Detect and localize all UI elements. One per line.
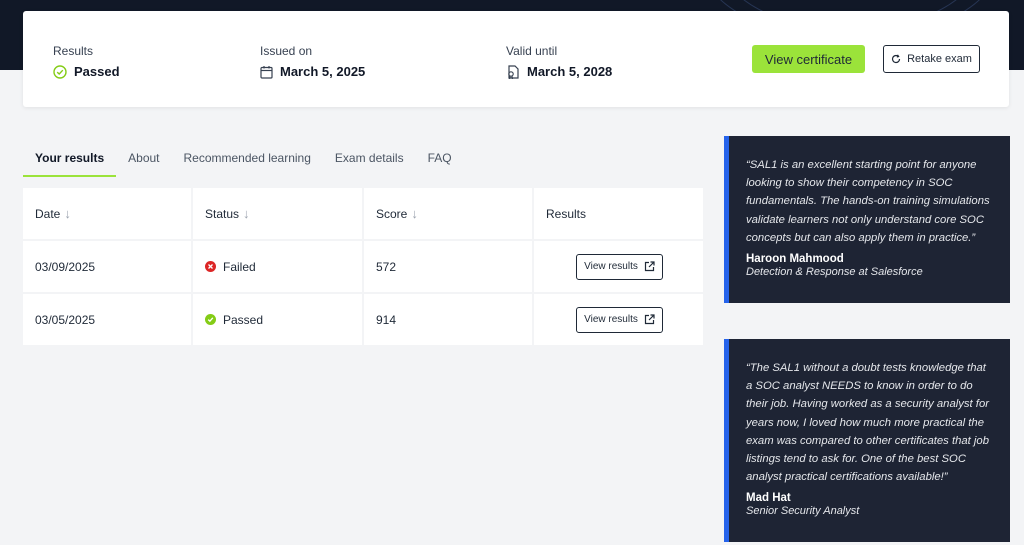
issued-value: March 5, 2025 (280, 64, 366, 79)
testimonial-author: Haroon Mahmood (746, 253, 844, 266)
issued-label: Issued on (260, 44, 313, 58)
testimonial-quote: “SAL1 is an excellent starting point for… (746, 159, 990, 244)
results-table: Date ↓ Status ↓ Score ↓ Results 03/09/2025 … (23, 188, 705, 345)
arrow-down-icon: ↓ (411, 206, 418, 221)
view-results-button[interactable]: View results (576, 306, 663, 333)
valid-value: March 5, 2028 (527, 64, 613, 79)
view-certificate-button[interactable]: View certificate (752, 45, 865, 73)
view-results-label: View results (584, 261, 638, 272)
column-header-score[interactable]: Score ↓ (364, 188, 534, 239)
cell-status: Failed (193, 239, 364, 292)
check-circle-icon (205, 314, 216, 326)
cell-score: 914 (364, 292, 534, 345)
tab-about[interactable]: About (116, 139, 171, 177)
status-text: Passed (223, 312, 264, 327)
view-results-label: View results (584, 314, 638, 325)
external-link-icon (644, 261, 655, 272)
external-link-icon (644, 314, 655, 325)
check-circle-icon (53, 64, 67, 79)
results-summary: Results Passed (53, 44, 120, 79)
retake-exam-label: Retake exam (907, 53, 972, 65)
testimonial-role: Senior Security Analyst (746, 505, 860, 518)
arrow-down-icon: ↓ (243, 206, 250, 221)
testimonial-author: Mad Hat (746, 492, 791, 505)
results-label: Results (53, 44, 94, 58)
tab-exam-details[interactable]: Exam details (323, 139, 416, 177)
calendar-icon (260, 65, 273, 79)
tab-faq[interactable]: FAQ (416, 139, 464, 177)
tab-recommended-learning[interactable]: Recommended learning (172, 139, 323, 177)
x-circle-icon (205, 261, 216, 273)
cell-score: 572 (364, 239, 534, 292)
column-header-date[interactable]: Date ↓ (23, 188, 193, 239)
results-summary-card: Results Passed Issued on March 5, 2025 V… (23, 11, 1009, 107)
valid-summary: Valid until March 5, 2028 (506, 44, 612, 79)
view-results-button[interactable]: View results (576, 253, 663, 280)
refresh-icon (891, 54, 901, 64)
cell-date: 03/05/2025 (23, 292, 193, 345)
column-header-status[interactable]: Status ↓ (193, 188, 364, 239)
testimonial-quote: “The SAL1 without a doubt tests knowledg… (746, 362, 989, 484)
table-header-row: Date ↓ Status ↓ Score ↓ Results (23, 188, 705, 239)
table-row: 03/09/2025 Failed 572 View results (23, 239, 705, 292)
column-header-results: Results (534, 188, 705, 239)
results-value: Passed (74, 64, 120, 79)
valid-label: Valid until (506, 44, 558, 58)
tab-your-results[interactable]: Your results (23, 139, 117, 177)
cell-results: View results (534, 239, 705, 292)
certificate-icon (506, 64, 520, 79)
tab-bar: Your results About Recommended learning … (23, 139, 464, 177)
testimonial-role: Detection & Response at Salesforce (746, 266, 923, 279)
cell-results: View results (534, 292, 705, 345)
status-text: Failed (223, 259, 256, 274)
cell-status: Passed (193, 292, 364, 345)
issued-summary: Issued on March 5, 2025 (260, 44, 365, 79)
retake-exam-button[interactable]: Retake exam (883, 45, 980, 73)
arrow-down-icon: ↓ (64, 206, 71, 221)
testimonial-card: “SAL1 is an excellent starting point for… (724, 136, 1010, 303)
cell-date: 03/09/2025 (23, 239, 193, 292)
testimonial-card: “The SAL1 without a doubt tests knowledg… (724, 339, 1010, 542)
table-row: 03/05/2025 Passed 914 View results (23, 292, 705, 345)
